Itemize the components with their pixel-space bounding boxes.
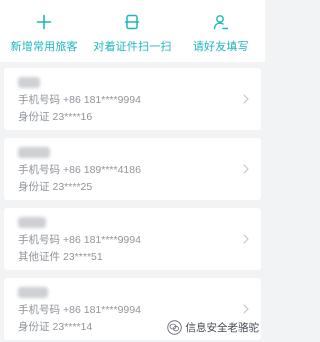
id-label: 其他证件 [18,251,60,263]
chevron-right-icon [243,94,249,104]
add-passenger-label: 新增常用旅客 [10,41,78,53]
id-row: 其他证件 23****51 [18,251,261,264]
phone-label: 手机号码 [18,94,60,106]
add-passenger-button[interactable]: 新增常用旅客 [0,0,88,62]
passenger-list: 手机号码 +86 181****9994 身份证 23****16 手机号码 +86 … [4,68,261,342]
phone-value: +86 181****9994 [63,94,141,106]
phone-value: +86 189****4186 [63,164,141,176]
phone-label: 手机号码 [18,164,60,176]
list-item[interactable]: 手机号码 +86 189****4186 身份证 23****25 [4,138,261,200]
watermark: 信息安全老骆驼 [166,320,260,335]
phone-label: 手机号码 [18,304,60,316]
phone-value: +86 181****9994 [63,304,141,316]
invite-friend-label: 请好友填写 [192,41,249,53]
person-edit-icon [213,15,229,30]
scan-id-button[interactable]: 对着证件扫一扫 [88,0,176,62]
wechat-icon [166,320,182,335]
id-value: 23****14 [52,321,93,333]
passenger-name [18,74,261,90]
passenger-name [18,284,261,300]
plus-icon [36,14,52,30]
chevron-right-icon [243,164,249,174]
list-item[interactable]: 手机号码 +86 181****9994 其他证件 23****51 [4,208,261,270]
phone-row: 手机号码 +86 181****9994 [18,304,261,317]
id-value: 23****51 [63,251,103,263]
watermark-text: 信息安全老骆驼 [185,322,260,334]
id-row: 身份证 23****25 [18,181,261,194]
id-label: 身份证 [18,321,50,333]
passenger-name [18,214,261,230]
blurred-name [18,146,50,158]
passenger-page: 新增常用旅客 对着证件扫一扫 请好友填写 手机号码 +86 181****999… [0,0,265,342]
id-value: 23****25 [52,181,93,193]
id-label: 身份证 [18,181,50,193]
chevron-right-icon [243,304,249,314]
phone-row: 手机号码 +86 181****9994 [18,234,261,247]
phone-label: 手机号码 [18,234,60,246]
invite-friend-button[interactable]: 请好友填写 [177,0,265,62]
id-value: 23****16 [52,111,93,123]
phone-row: 手机号码 +86 189****4186 [18,164,261,177]
phone-value: +86 181****9994 [63,234,141,246]
passenger-name [18,144,261,160]
scan-id-label: 对着证件扫一扫 [93,41,172,53]
id-row: 身份证 23****16 [18,111,261,124]
id-label: 身份证 [18,111,50,123]
list-item[interactable]: 手机号码 +86 181****9994 身份证 23****16 [4,68,261,130]
quick-actions-bar: 新增常用旅客 对着证件扫一扫 请好友填写 [0,0,265,62]
phone-row: 手机号码 +86 181****9994 [18,94,261,107]
chevron-right-icon [243,234,249,244]
scan-icon [125,14,140,30]
blurred-name [18,286,48,298]
blurred-name [18,216,46,228]
blurred-name [18,76,40,88]
